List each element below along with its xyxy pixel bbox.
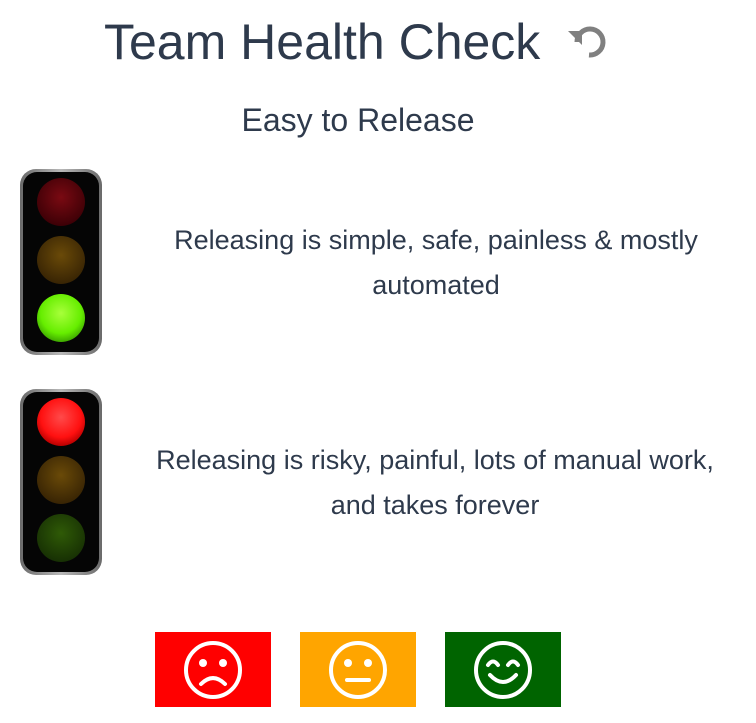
vote-amber-button[interactable] (300, 632, 416, 707)
header: Team Health Check (0, 10, 756, 74)
traffic-light-green-icon (20, 169, 102, 355)
sad-face-icon (184, 640, 242, 699)
page-title: Team Health Check (104, 14, 541, 70)
vote-red-button[interactable] (155, 632, 271, 707)
good-description: Releasing is simple, safe, painless & mo… (174, 225, 698, 300)
traffic-light-red-icon (20, 389, 102, 575)
health-check-page: Team Health Check Easy to Release Releas… (0, 0, 756, 723)
neutral-face-icon (329, 640, 387, 699)
topic-title: Easy to Release (241, 102, 475, 138)
happy-face-icon (474, 640, 532, 699)
bad-description: Releasing is risky, painful, lots of man… (156, 445, 714, 520)
vote-green-button[interactable] (445, 632, 561, 707)
good-description-row: Releasing is simple, safe, painless & mo… (0, 166, 756, 356)
undo-icon (568, 26, 606, 58)
bad-description-row: Releasing is risky, painful, lots of man… (0, 386, 756, 576)
reset-button[interactable] (562, 18, 616, 66)
